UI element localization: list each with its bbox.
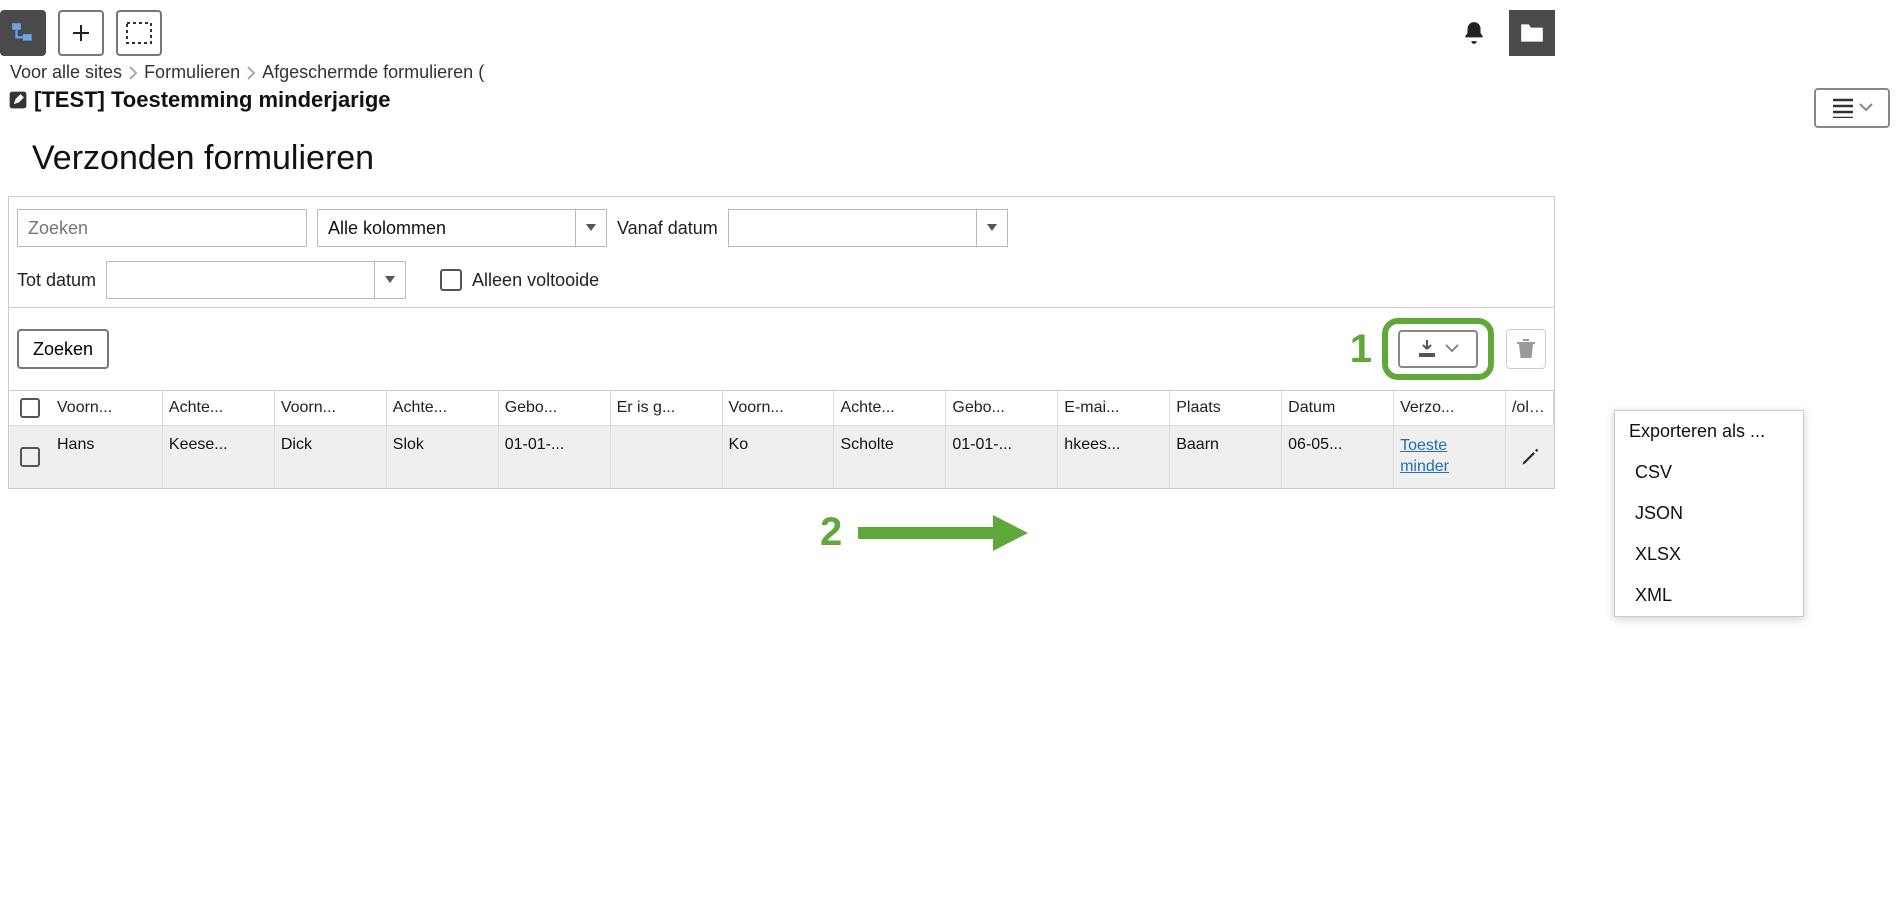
table-cell: 01-01-...: [499, 426, 611, 488]
table-header[interactable]: Voorn...: [51, 391, 163, 425]
filter-panel: Alle kolommen Vanaf datum Tot datum Alle…: [8, 196, 1555, 308]
trash-icon: [1517, 339, 1535, 359]
chevron-down-icon: [1859, 103, 1873, 113]
export-option-csv[interactable]: CSV: [1615, 452, 1803, 493]
table-header[interactable]: Achte...: [834, 391, 946, 425]
table-cell: Keese...: [163, 426, 275, 488]
export-option-json[interactable]: JSON: [1615, 493, 1803, 534]
view-mode-dropdown[interactable]: [1814, 88, 1890, 128]
table-header[interactable]: Datum: [1282, 391, 1394, 425]
chevron-right-icon: [246, 66, 256, 80]
table-header[interactable]: Plaats: [1170, 391, 1282, 425]
export-option-xml[interactable]: XML: [1615, 575, 1803, 616]
table-cell: Slok: [387, 426, 499, 488]
action-bar: Zoeken 1: [8, 308, 1555, 391]
breadcrumb-separator: [128, 66, 138, 80]
section-title: Verzonden formulieren: [32, 139, 1563, 178]
tree-icon: [10, 20, 36, 46]
select-all-cell: [9, 391, 51, 425]
table-cell: 06-05...: [1282, 426, 1394, 488]
page-heading: [TEST] Toestemming minderjarige: [0, 87, 1563, 113]
delete-button[interactable]: [1506, 329, 1546, 369]
to-date-input[interactable]: [106, 261, 406, 299]
table-header[interactable]: Gebo...: [946, 391, 1058, 425]
download-icon: [1417, 340, 1437, 358]
column-select-caret[interactable]: [575, 209, 607, 247]
row-edit-button[interactable]: [1506, 426, 1554, 488]
bell-icon: [1461, 20, 1487, 46]
files-button[interactable]: [1509, 10, 1555, 56]
marquee-icon: [126, 22, 152, 44]
annotation-step-2: 2: [820, 510, 1028, 555]
export-option-xlsx[interactable]: XLSX: [1615, 534, 1803, 575]
marquee-select-button[interactable]: [116, 10, 162, 56]
from-date-label: Vanaf datum: [617, 218, 718, 239]
table-cell: Hans: [51, 426, 163, 488]
table-cell: Baarn: [1170, 426, 1282, 488]
table-cell: Scholte: [834, 426, 946, 488]
breadcrumb-separator: [246, 66, 256, 80]
caret-down-icon: [586, 224, 596, 232]
export-button[interactable]: [1398, 330, 1478, 368]
table-header[interactable]: /olto...: [1506, 391, 1554, 425]
page-title: [TEST] Toestemming minderjarige: [34, 87, 391, 113]
table-cell: Ko: [723, 426, 835, 488]
chevron-right-icon: [128, 66, 138, 80]
add-button[interactable]: [58, 10, 104, 56]
only-completed-label: Alleen voltooide: [472, 270, 599, 291]
table-header[interactable]: Gebo...: [499, 391, 611, 425]
only-completed-checkbox[interactable]: [440, 269, 462, 291]
search-button[interactable]: Zoeken: [17, 329, 109, 369]
from-date-input[interactable]: [728, 209, 1008, 247]
row-checkbox[interactable]: [20, 447, 40, 467]
breadcrumb-item[interactable]: Formulieren: [144, 62, 240, 83]
caret-down-icon: [987, 224, 997, 232]
table-header[interactable]: Er is g...: [611, 391, 723, 425]
breadcrumb: Voor alle sites Formulieren Afgeschermde…: [0, 62, 1563, 87]
column-select-value: Alle kolommen: [317, 209, 575, 247]
chevron-down-icon: [1445, 344, 1459, 354]
table-cell: 01-01-...: [946, 426, 1058, 488]
table-header-row: Voorn... Achte... Voorn... Achte... Gebo…: [9, 391, 1554, 426]
table-cell: Dick: [275, 426, 387, 488]
breadcrumb-item[interactable]: Afgeschermde formulieren (: [262, 62, 484, 83]
table-header[interactable]: Voorn...: [723, 391, 835, 425]
table-cell: hkees...: [1058, 426, 1170, 488]
table-header[interactable]: Achte...: [163, 391, 275, 425]
table-header[interactable]: E-mai...: [1058, 391, 1170, 425]
edit-icon[interactable]: [8, 90, 28, 110]
export-menu-title: Exporteren als ...: [1615, 411, 1803, 452]
plus-icon: [69, 21, 93, 45]
table-cell-link[interactable]: Toeste minder: [1394, 426, 1506, 488]
notifications-button[interactable]: [1451, 10, 1497, 56]
breadcrumb-item[interactable]: Voor alle sites: [10, 62, 122, 83]
column-select[interactable]: Alle kolommen: [317, 209, 607, 247]
annotation-highlight-1: [1382, 318, 1494, 380]
to-date-label: Tot datum: [17, 270, 96, 291]
annotation-number: 2: [820, 510, 842, 555]
arrow-right-icon: [858, 513, 1028, 553]
table-header[interactable]: Verzo...: [1394, 391, 1506, 425]
to-date-caret[interactable]: [374, 261, 406, 299]
search-input[interactable]: [17, 209, 307, 247]
table-cell: [611, 426, 723, 488]
select-all-checkbox[interactable]: [20, 398, 40, 418]
row-select-cell: [9, 426, 51, 488]
table-header[interactable]: Voorn...: [275, 391, 387, 425]
table-row[interactable]: Hans Keese... Dick Slok 01-01-... Ko Sch…: [9, 426, 1554, 488]
pencil-icon: [1520, 447, 1540, 467]
table-header[interactable]: Achte...: [387, 391, 499, 425]
caret-down-icon: [385, 276, 395, 284]
tree-nav-button[interactable]: [0, 10, 46, 56]
export-menu: Exporteren als ... CSV JSON XLSX XML: [1614, 410, 1804, 617]
from-date-caret[interactable]: [976, 209, 1008, 247]
annotation-step-1: 1: [1350, 327, 1372, 372]
list-icon: [1831, 98, 1855, 118]
top-toolbar: [0, 0, 1563, 62]
folder-icon: [1519, 22, 1545, 44]
results-table: Voorn... Achte... Voorn... Achte... Gebo…: [8, 391, 1555, 489]
